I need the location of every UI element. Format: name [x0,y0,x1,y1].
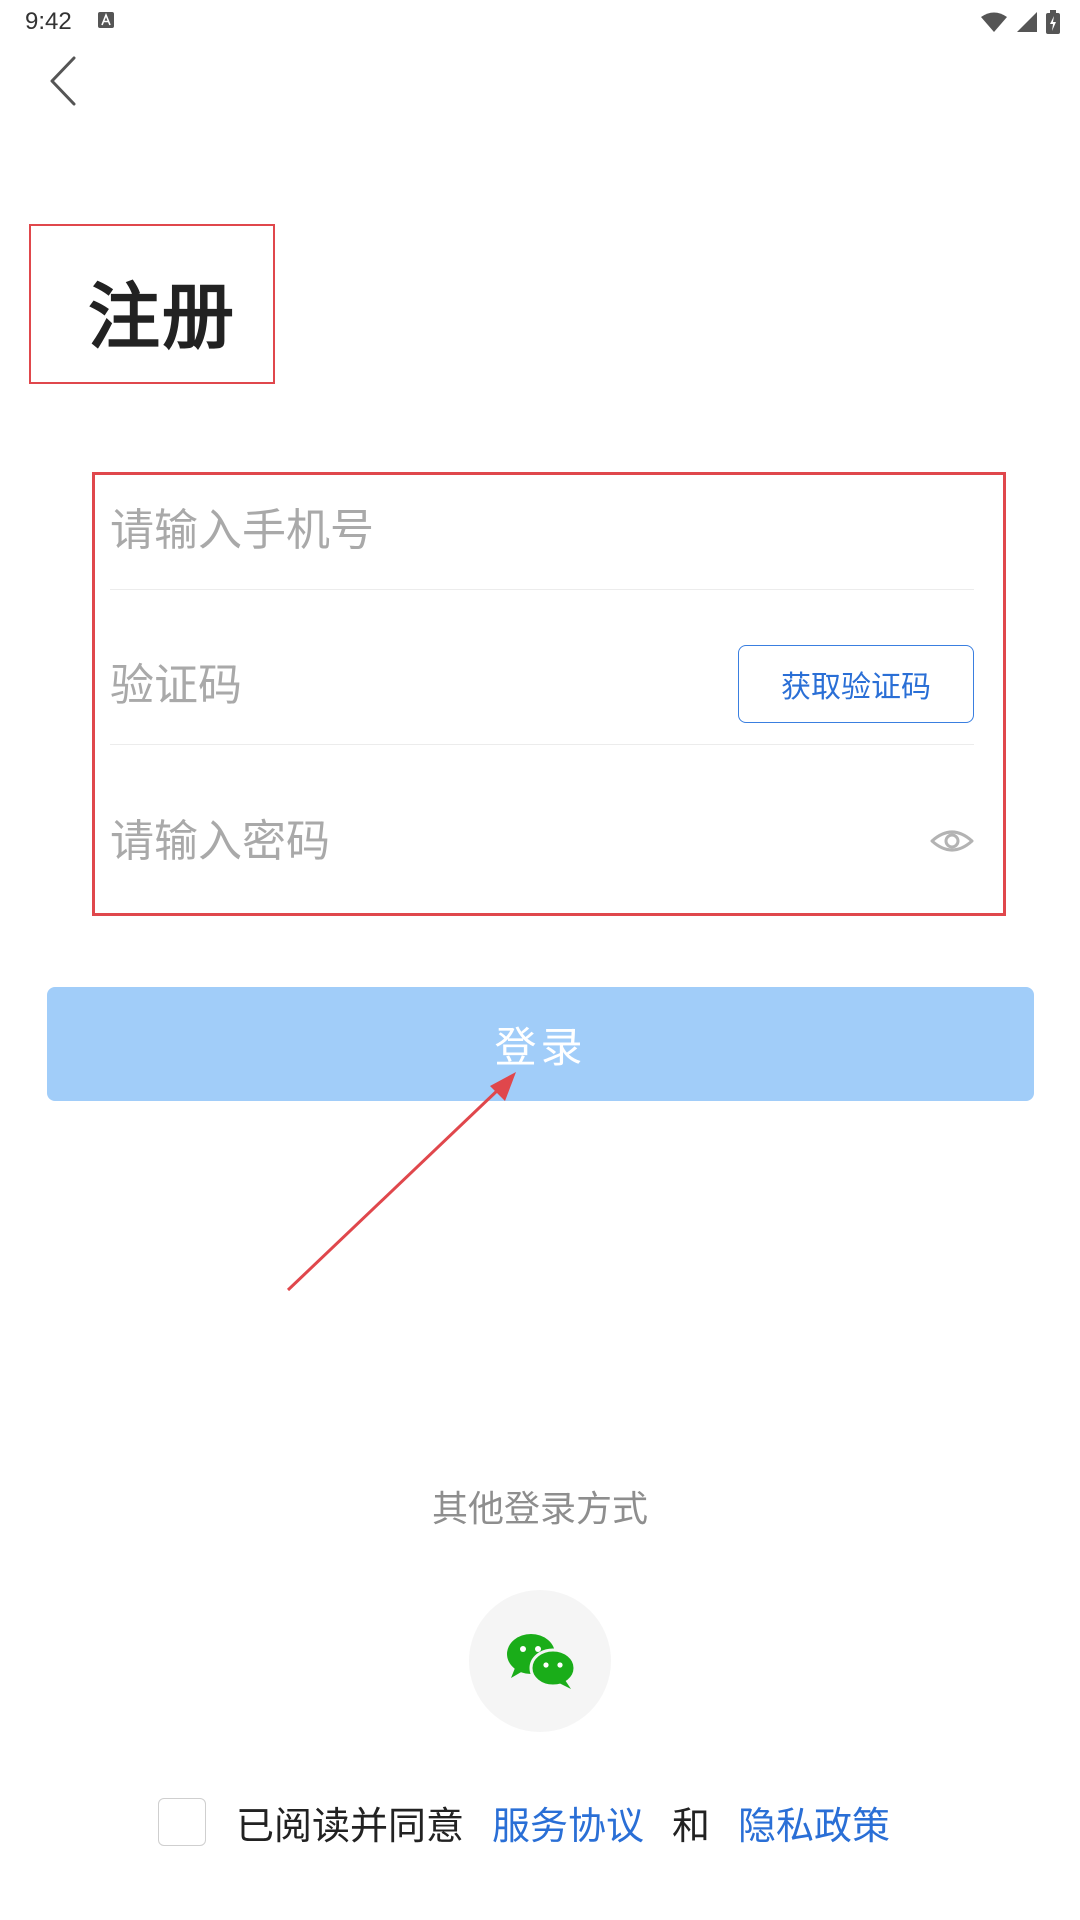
wifi-icon [981,12,1007,32]
agreement-and: 和 [672,1803,711,1848]
password-row [110,781,974,901]
signal-icon [1017,12,1037,32]
eye-icon [930,830,974,852]
password-visibility-toggle[interactable] [930,821,974,861]
agree-checkbox[interactable] [158,1798,206,1846]
status-icons [980,10,1060,34]
code-row: 获取验证码 [110,625,974,745]
privacy-policy-link[interactable]: 隐私政策 [738,1795,890,1850]
phone-input[interactable] [110,470,974,590]
wechat-icon [507,1634,577,1689]
back-button[interactable] [38,52,94,108]
code-input[interactable] [110,625,710,745]
page-title: 注册 [88,275,237,359]
wechat-login-button[interactable] [469,1590,611,1732]
get-code-button[interactable]: 获取验证码 [738,645,974,723]
status-bar: 9:42 [0,0,1080,44]
phone-divider [110,589,974,590]
notification-a-icon [98,12,114,28]
password-input[interactable] [110,781,870,901]
status-time: 9:42 [25,8,72,35]
other-login-label: 其他登录方式 [431,1489,648,1530]
battery-icon [1046,10,1060,34]
agreement-row: 已阅读并同意 服务协议 和 隐私政策 [158,1796,890,1848]
code-divider [110,744,974,745]
agreement-prefix: 已阅读并同意 [236,1803,465,1848]
login-button[interactable]: 登录 [47,987,1034,1101]
chevron-left-icon [50,56,76,106]
service-agreement-link[interactable]: 服务协议 [492,1795,644,1850]
phone-row [110,470,974,590]
